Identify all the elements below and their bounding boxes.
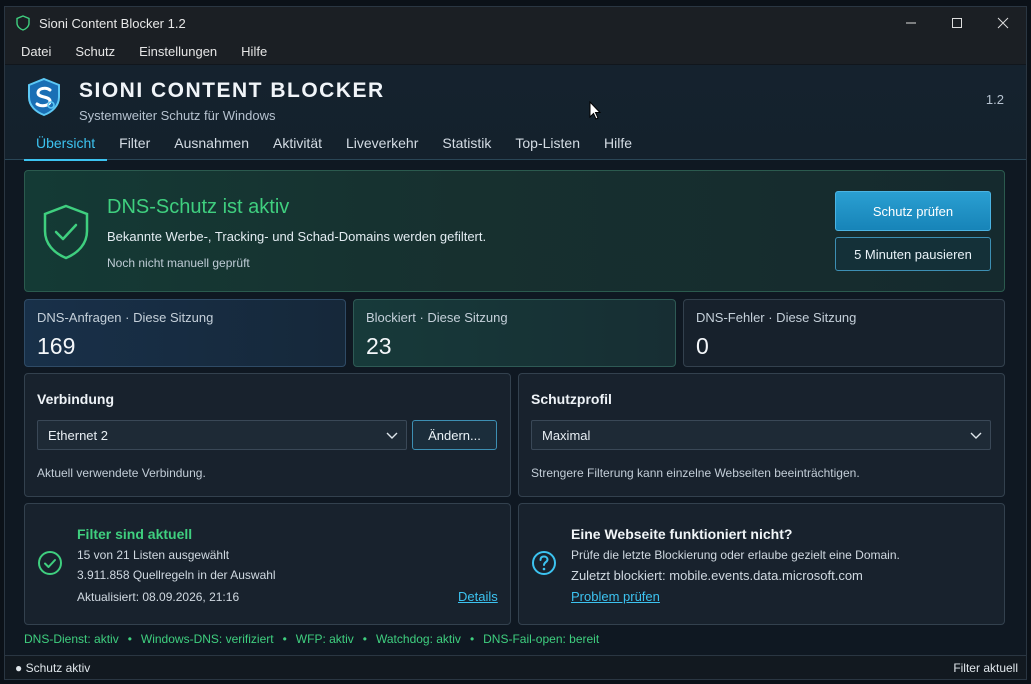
status-check-note: Noch nicht manuell geprüft (107, 256, 250, 270)
minimize-icon (906, 22, 916, 24)
connection-selected: Ethernet 2 (48, 427, 108, 443)
tab-statistik[interactable]: Statistik (430, 135, 503, 160)
profile-select[interactable]: Maximal (531, 420, 991, 450)
statusbar-right: Filter aktuell (953, 660, 1018, 675)
last-blocked: Zuletzt blockiert: mobile.events.data.mi… (571, 568, 863, 583)
tab-top-listen[interactable]: Top-Listen (503, 135, 592, 160)
check-circle-icon (38, 551, 62, 575)
status-title: DNS-Schutz ist aktiv (107, 196, 290, 218)
menu-bar: Datei Schutz Einstellungen Hilfe (5, 39, 1026, 65)
stat-blocked: Blockiert · Diese Sitzung 23 (353, 299, 676, 367)
details-link[interactable]: Details (458, 589, 498, 604)
status-description: Bekannte Werbe-, Tracking- und Schad-Dom… (107, 229, 487, 244)
stat-dns-errors: DNS-Fehler · Diese Sitzung 0 (683, 299, 1005, 367)
help-title: Eine Webseite funktioniert nicht? (571, 526, 793, 542)
filter-updated: Aktualisiert: 08.09.2026, 21:16 (77, 590, 240, 604)
tab-liveverkehr[interactable]: Liveverkehr (334, 135, 430, 160)
website-help-card: Eine Webseite funktioniert nicht? Prüfe … (518, 503, 1005, 625)
pause-5-minutes-button[interactable]: 5 Minuten pausieren (835, 237, 991, 271)
check-problem-link[interactable]: Problem prüfen (571, 589, 660, 604)
tab-ausnahmen[interactable]: Ausnahmen (162, 135, 261, 160)
protection-status-card: DNS-Schutz ist aktiv Bekannte Werbe-, Tr… (24, 170, 1005, 292)
tab-aktivitaet[interactable]: Aktivität (261, 135, 334, 160)
filter-status-card: Filter sind aktuell 15 von 21 Listen aus… (24, 503, 511, 625)
tab-filter[interactable]: Filter (107, 135, 162, 160)
brand-title: SIONI CONTENT BLOCKER (79, 79, 385, 102)
help-description: Prüfe die letzte Blockierung oder erlaub… (571, 548, 900, 562)
question-circle-icon (532, 551, 556, 575)
stat-value: 169 (37, 333, 76, 359)
shield-check-icon (43, 204, 89, 260)
profile-panel: Schutzprofil Maximal Strengere Filterung… (518, 373, 1005, 497)
profile-hint: Strengere Filterung kann einzelne Websei… (531, 466, 860, 480)
title-bar[interactable]: Sioni Content Blocker 1.2 (5, 7, 1026, 39)
profile-title: Schutzprofil (531, 391, 612, 407)
window-title: Sioni Content Blocker 1.2 (39, 15, 186, 31)
maximize-icon (952, 18, 962, 28)
statusbar-protection: Schutz aktiv (25, 660, 91, 675)
tab-hilfe[interactable]: Hilfe (592, 135, 644, 160)
service-status-line: DNS-Dienst: aktiv • Windows-DNS: verifiz… (24, 632, 600, 646)
profile-selected: Maximal (542, 427, 591, 443)
connection-hint: Aktuell verwendete Verbindung. (37, 466, 206, 480)
chevron-down-icon (970, 432, 982, 439)
minimize-button[interactable] (888, 7, 934, 39)
service-status-wfp: WFP: aktiv (295, 632, 354, 646)
service-status-fail-open: DNS-Fail-open: bereit (483, 632, 600, 646)
filter-rules-count: 3.911.858 Quellregeln in der Auswahl (77, 568, 276, 582)
stat-dns-requests: DNS-Anfragen · Diese Sitzung 169 (24, 299, 346, 367)
shield-app-icon (16, 15, 30, 31)
change-connection-button[interactable]: Ändern... (412, 420, 497, 450)
stat-value: 23 (366, 333, 392, 359)
service-status-dns: DNS-Dienst: aktiv (24, 632, 119, 646)
filter-status-title: Filter sind aktuell (77, 526, 193, 542)
tab-uebersicht[interactable]: Übersicht (24, 135, 108, 161)
service-status-watchdog: Watchdog: aktiv (376, 632, 461, 646)
service-status-windows-dns: Windows-DNS: verifiziert (140, 632, 274, 646)
connection-select[interactable]: Ethernet 2 (37, 420, 407, 450)
stat-label: DNS-Anfragen · Diese Sitzung (37, 310, 214, 325)
menu-datei[interactable]: Datei (9, 44, 63, 59)
maximize-button[interactable] (934, 7, 980, 39)
app-header: SIONI CONTENT BLOCKER Systemweiter Schut… (5, 65, 1026, 161)
connection-title: Verbindung (37, 391, 114, 407)
logo-shield-icon (28, 77, 60, 117)
chevron-down-icon (386, 432, 398, 439)
status-bar: ● Schutz aktiv Filter aktuell (5, 655, 1026, 679)
menu-einstellungen[interactable]: Einstellungen (127, 44, 229, 59)
brand-tagline: Systemweiter Schutz für Windows (79, 108, 276, 123)
stat-label: Blockiert · Diese Sitzung (366, 310, 508, 325)
main-tabs: Übersicht Filter Ausnahmen Aktivität Liv… (24, 135, 644, 161)
mouse-cursor-icon (589, 101, 601, 120)
connection-panel: Verbindung Ethernet 2 Ändern... Aktuell … (24, 373, 511, 497)
stat-value: 0 (696, 333, 709, 359)
filter-lists-count: 15 von 21 Listen ausgewählt (77, 548, 230, 562)
stat-label: DNS-Fehler · Diese Sitzung (696, 310, 857, 325)
menu-schutz[interactable]: Schutz (63, 44, 127, 59)
menu-hilfe[interactable]: Hilfe (229, 44, 279, 59)
statusbar-left: ● Schutz aktiv (15, 660, 91, 675)
close-button[interactable] (980, 7, 1026, 39)
app-window: Sioni Content Blocker 1.2 Datei Schutz E… (4, 6, 1027, 680)
check-protection-button[interactable]: Schutz prüfen (835, 191, 991, 231)
close-icon (997, 17, 1009, 29)
version-label: 1.2 (985, 92, 1004, 107)
